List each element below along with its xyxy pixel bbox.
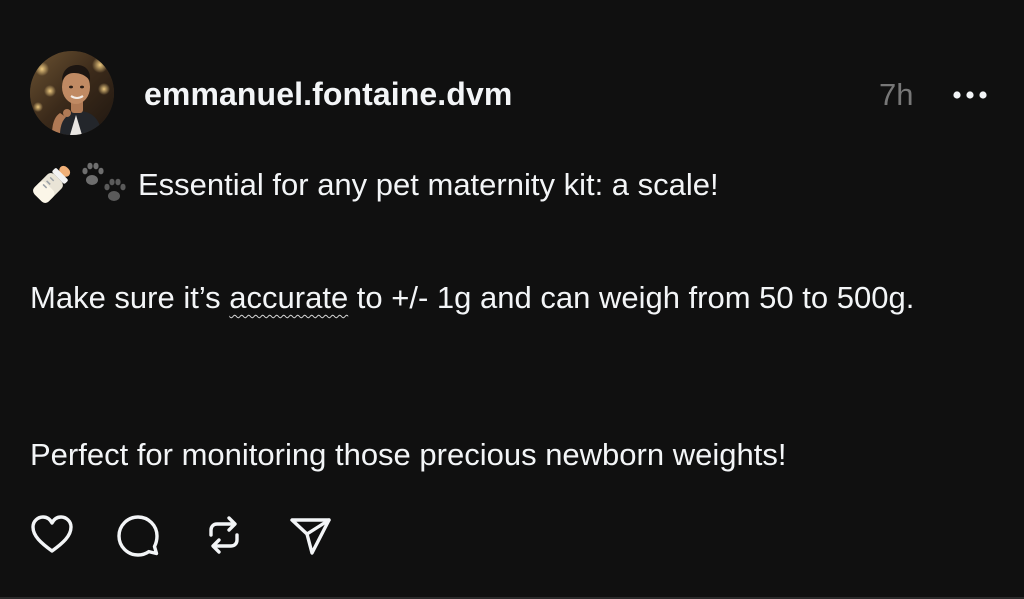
spellcheck-flagged-word[interactable]: accurate	[229, 280, 348, 315]
share-button[interactable]	[286, 511, 334, 559]
baby-bottle-emoji	[30, 160, 76, 206]
post-text-line1: Essential for any pet maternity kit: a s…	[138, 167, 719, 202]
reply-button[interactable]	[114, 511, 162, 559]
repost-icon	[209, 516, 239, 554]
post-text-paragraph: Perfect for monitoring those precious ne…	[30, 437, 787, 472]
text-segment: Make sure it’s	[30, 280, 230, 315]
repost-button[interactable]	[200, 511, 248, 559]
heart-icon	[31, 515, 73, 553]
paw-prints-emoji	[79, 160, 129, 206]
timestamp: 7h	[879, 77, 914, 112]
send-icon	[290, 518, 331, 555]
avatar[interactable]	[30, 51, 114, 135]
like-button[interactable]	[28, 511, 76, 559]
text-segment: to +/- 1g and can weigh from 50 to 500g.	[348, 280, 915, 315]
username[interactable]: emmanuel.fontaine.dvm	[144, 74, 512, 114]
comment-icon	[117, 515, 159, 557]
thread-post: emmanuel.fontaine.dvm 7h Essential for a…	[0, 0, 1024, 599]
more-options-icon[interactable]	[948, 80, 992, 110]
post-text-paragraph: Make sure it’s accurate to +/- 1g and ca…	[30, 273, 1010, 322]
